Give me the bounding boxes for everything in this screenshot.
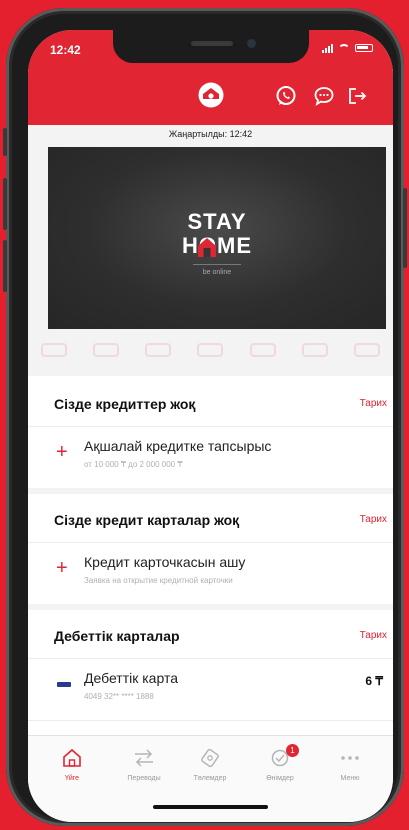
whatsapp-icon[interactable] (275, 85, 297, 107)
divider (28, 658, 393, 659)
status-time: 12:42 (50, 43, 81, 57)
status-icons (322, 43, 373, 53)
plus-icon: + (56, 441, 68, 463)
debit-cards-title: Дебеттік карталар (54, 628, 180, 644)
banner-divider (193, 264, 241, 265)
divider (28, 720, 393, 721)
credits-title: Сізде кредиттер жоқ (54, 396, 196, 412)
home-icon (63, 748, 81, 767)
cash-loan-subtitle: от 10 000 ₸ до 2 000 000 ₸ (84, 460, 183, 469)
speaker (191, 41, 233, 46)
stay-home-banner[interactable]: STAY HOME be online (48, 147, 386, 329)
app-screen: 12:42 Жаңартылды: 12:42 STAY HOME be onl… (28, 30, 393, 822)
divider (28, 542, 393, 543)
banner-subtitle: be online (202, 269, 232, 276)
battery-icon (355, 44, 373, 52)
tab-products[interactable]: 1 Өнімдер (250, 744, 310, 782)
phone-frame: 12:42 Жаңартылды: 12:42 STAY HOME be onl… (3, 8, 407, 826)
decorative-pattern (28, 332, 393, 368)
debit-card-number: 4049 32** **** 1888 (84, 692, 154, 701)
divider (28, 426, 393, 427)
tab-home-label: Үйге (64, 775, 80, 782)
credits-history-link[interactable]: Тарих (360, 398, 387, 409)
wifi-icon (338, 43, 350, 53)
chat-icon[interactable] (313, 85, 335, 107)
open-credit-card-subtitle: Заявка на открытие кредитной карточки (84, 576, 233, 585)
tab-payments-label: Төлемдер (193, 775, 227, 782)
credit-cards-card: Сізде кредит карталар жоқ Тарих + Кредит… (28, 494, 393, 604)
home-credit-logo[interactable] (198, 82, 224, 108)
tab-home[interactable]: Үйге (42, 748, 102, 782)
tab-payments[interactable]: Төлемдер (180, 748, 240, 782)
card-icon (57, 682, 71, 687)
camera (247, 39, 256, 48)
volume-up-button (3, 178, 7, 230)
plus-icon: + (56, 557, 68, 579)
debit-card-balance: 6 ₸ (365, 674, 383, 688)
volume-down-button (3, 240, 7, 292)
signal-icon (322, 43, 333, 53)
house-icon (198, 238, 216, 257)
logout-icon[interactable] (346, 85, 368, 107)
transfer-icon (135, 749, 153, 767)
banner-line-1: STAY (187, 209, 247, 234)
last-updated-text: Жаңартылды: 12:42 (168, 129, 253, 139)
debit-cards-history-link[interactable]: Тарих (360, 630, 387, 641)
products-badge: 1 (286, 744, 299, 757)
debit-cards-card: Дебеттік карталар Тарих Дебеттік карта 4… (28, 610, 393, 735)
tab-more[interactable]: Меню (320, 748, 380, 782)
tab-transfers[interactable]: Переводы (114, 748, 174, 782)
more-icon (341, 756, 359, 760)
tab-transfers-label: Переводы (127, 775, 161, 782)
notch (113, 30, 309, 63)
debit-card-item[interactable]: Дебеттік карта (84, 670, 178, 686)
power-button (403, 188, 407, 268)
tab-products-label: Өнімдер (266, 775, 294, 782)
tab-more-label: Меню (340, 775, 360, 782)
cash-loan-request[interactable]: Ақшалай кредитке тапсырыс (84, 438, 271, 454)
credits-card: Сізде кредиттер жоқ Тарих + Ақшалай кред… (28, 376, 393, 488)
home-indicator (153, 805, 268, 809)
mute-switch (3, 128, 7, 156)
credit-cards-title: Сізде кредит карталар жоқ (54, 512, 240, 528)
open-credit-card[interactable]: Кредит карточкасын ашу (84, 554, 245, 570)
payments-icon (201, 748, 219, 768)
credit-cards-history-link[interactable]: Тарих (360, 514, 387, 525)
